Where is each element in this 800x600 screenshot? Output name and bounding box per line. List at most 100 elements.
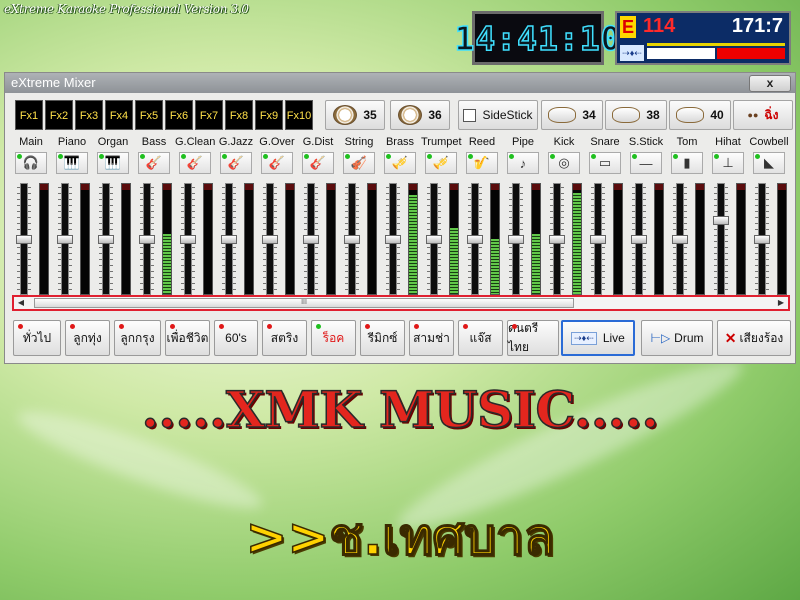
style-button-9[interactable]: แจ๊ส xyxy=(458,320,503,356)
cowbell-icon[interactable]: ◣ xyxy=(753,152,785,174)
pad-button-2[interactable]: SideStick xyxy=(458,100,538,130)
mixer-window: eXtreme Mixer x Fx1 Fx2 Fx3 Fx4 Fx5 Fx6 Fx7 Fx8… xyxy=(4,72,796,364)
fader-knob[interactable] xyxy=(754,235,770,244)
fader-knob[interactable] xyxy=(303,235,319,244)
guitar-distortion-icon-glyph: 🎸 xyxy=(309,155,327,170)
scroll-right-icon[interactable]: ▶ xyxy=(774,297,788,309)
tom-drum-icon[interactable]: ▮ xyxy=(671,152,703,174)
fader-knob[interactable] xyxy=(16,235,32,244)
kick-drum-icon-glyph: ◎ xyxy=(558,155,570,170)
pad-button-1[interactable]: 36 xyxy=(390,100,450,130)
channel-label-piano: Piano xyxy=(57,136,87,148)
channel-strip xyxy=(505,183,545,295)
snare-drum-icon[interactable]: ▭ xyxy=(589,152,621,174)
scroll-left-icon[interactable]: ◀ xyxy=(14,297,28,309)
clock-time: 14:41:10 xyxy=(454,18,622,59)
pad-button-6[interactable]: ●● ฉิ่ง xyxy=(733,100,793,130)
style-button-7[interactable]: รีมิกซ์ xyxy=(360,320,405,356)
mode-button-drum-pattern[interactable]: ⊢▷ Drum xyxy=(641,320,713,356)
fader-knob[interactable] xyxy=(344,235,360,244)
guitar-overdrive-icon[interactable]: 🎸 xyxy=(261,152,293,174)
trombone-icon[interactable]: 🎺 xyxy=(384,152,416,174)
mixer-horizontal-scrollbar[interactable]: ◀ III ▶ xyxy=(12,295,790,311)
fx-button-1[interactable]: Fx1 xyxy=(15,100,43,130)
flute-icon[interactable]: ♪ xyxy=(507,152,539,174)
fader-track[interactable] xyxy=(717,183,725,295)
guitar-distortion-icon[interactable]: 🎸 xyxy=(302,152,334,174)
channel-strip xyxy=(382,183,422,295)
fx-button-3[interactable]: Fx3 xyxy=(75,100,103,130)
guitar-clean-icon[interactable]: 🎸 xyxy=(179,152,211,174)
close-button[interactable]: x xyxy=(749,75,791,92)
pad-button-4[interactable]: 38 xyxy=(605,100,667,130)
style-indicator-dot xyxy=(170,324,175,329)
style-button-8[interactable]: สามช่า xyxy=(409,320,454,356)
style-button-1[interactable]: ลูกทุ่ง xyxy=(65,320,110,356)
fader-knob[interactable] xyxy=(549,235,565,244)
fx-button-9[interactable]: Fx9 xyxy=(255,100,283,130)
vu-peak-zone xyxy=(81,184,89,190)
fader-knob[interactable] xyxy=(385,235,401,244)
hihat-icon[interactable]: ⊥ xyxy=(712,152,744,174)
pad-button-3[interactable]: 34 xyxy=(541,100,603,130)
vu-peak-zone xyxy=(368,184,376,190)
pad-button-0[interactable]: 35 xyxy=(325,100,385,130)
fx-button-4[interactable]: Fx4 xyxy=(105,100,133,130)
style-button-2[interactable]: ลูกกรุง xyxy=(114,320,161,356)
fx-button-6[interactable]: Fx6 xyxy=(165,100,193,130)
fx-button-5[interactable]: Fx5 xyxy=(135,100,163,130)
fader-knob[interactable] xyxy=(98,235,114,244)
fader-knob[interactable] xyxy=(139,235,155,244)
fx-button-10[interactable]: Fx10 xyxy=(285,100,313,130)
channel-strip xyxy=(300,183,340,295)
violin-icon[interactable]: 🎻 xyxy=(343,152,375,174)
style-button-4[interactable]: 60's xyxy=(214,320,258,356)
style-button-5[interactable]: สตริง xyxy=(262,320,307,356)
vu-level xyxy=(532,233,540,294)
fx-button-8[interactable]: Fx8 xyxy=(225,100,253,130)
fader-knob[interactable] xyxy=(467,235,483,244)
snare-icon xyxy=(676,107,705,123)
organ-icon[interactable]: 🎹 xyxy=(97,152,129,174)
fx-button-2[interactable]: Fx2 xyxy=(45,100,73,130)
style-button-0[interactable]: ทั่วไป xyxy=(13,320,61,356)
audio-wave-icon[interactable]: ⇢♦⇠ xyxy=(620,45,644,61)
style-button-6[interactable]: ร็อค xyxy=(311,320,356,356)
channel-strip xyxy=(587,183,627,295)
fader-knob[interactable] xyxy=(221,235,237,244)
fader-knob[interactable] xyxy=(180,235,196,244)
channel-strip xyxy=(710,183,750,295)
vu-peak-zone xyxy=(40,184,48,190)
scroll-thumb[interactable]: III xyxy=(34,298,574,308)
channel-active-dot xyxy=(427,154,432,159)
style-button-10[interactable]: ดนตรีไทย xyxy=(507,320,559,356)
fader-knob[interactable] xyxy=(57,235,73,244)
bass-guitar-icon[interactable]: 🎸 xyxy=(138,152,170,174)
fader-knob[interactable] xyxy=(590,235,606,244)
mode-button-live-wave[interactable]: ⇢♦⇠ Live xyxy=(561,320,635,356)
channel-strip xyxy=(341,183,381,295)
trumpet-icon[interactable]: 🎺 xyxy=(425,152,457,174)
piano-icon[interactable]: 🎹 xyxy=(56,152,88,174)
mixer-titlebar[interactable]: eXtreme Mixer x xyxy=(5,73,795,93)
saxophone-icon[interactable]: 🎷 xyxy=(466,152,498,174)
fader-knob[interactable] xyxy=(426,235,442,244)
fader-knob[interactable] xyxy=(631,235,647,244)
kick-drum-icon[interactable]: ◎ xyxy=(548,152,580,174)
drumstick-icon[interactable]: ― xyxy=(630,152,662,174)
pad-label: SideStick xyxy=(482,108,533,122)
guitar-jazz-icon[interactable]: 🎸 xyxy=(220,152,252,174)
fader-knob[interactable] xyxy=(262,235,278,244)
fader-knob[interactable] xyxy=(672,235,688,244)
fader-knob[interactable] xyxy=(713,216,729,225)
vu-level xyxy=(163,233,171,294)
fx-button-7[interactable]: Fx7 xyxy=(195,100,223,130)
mode-button-mute-vocal[interactable]: ✕ เสียงร้อง xyxy=(717,320,791,356)
saxophone-icon-glyph: 🎷 xyxy=(473,155,491,170)
channel-active-dot xyxy=(181,154,186,159)
fader-knob[interactable] xyxy=(508,235,524,244)
headphones-icon[interactable]: 🎧 xyxy=(15,152,47,174)
style-button-3[interactable]: เพื่อชีวิต xyxy=(165,320,210,356)
pad-button-5[interactable]: 40 xyxy=(669,100,731,130)
vu-level xyxy=(409,195,417,294)
